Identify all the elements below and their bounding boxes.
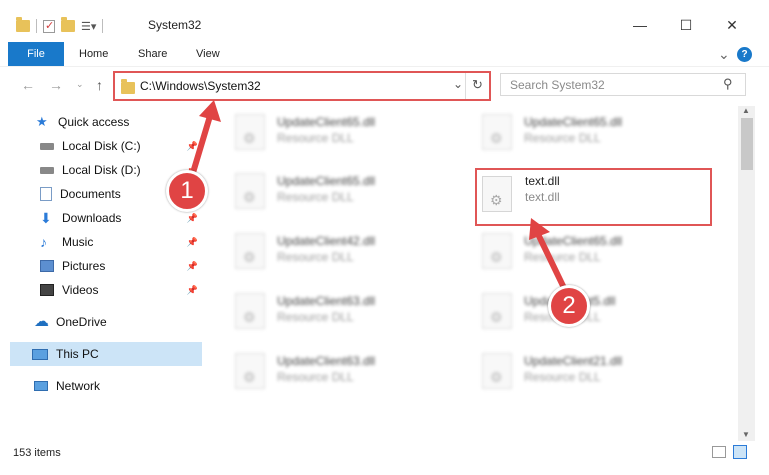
arrow-to-text-dll bbox=[529, 218, 568, 293]
arrow-to-address-bar bbox=[189, 100, 221, 179]
annotation-arrows bbox=[189, 100, 568, 293]
explorer-window: ☰▾ System32 — ☐ ✕ File Home Share View ⌄… bbox=[0, 0, 769, 475]
step-1-badge: 1 bbox=[166, 170, 208, 212]
step-2-badge: 2 bbox=[548, 285, 590, 327]
